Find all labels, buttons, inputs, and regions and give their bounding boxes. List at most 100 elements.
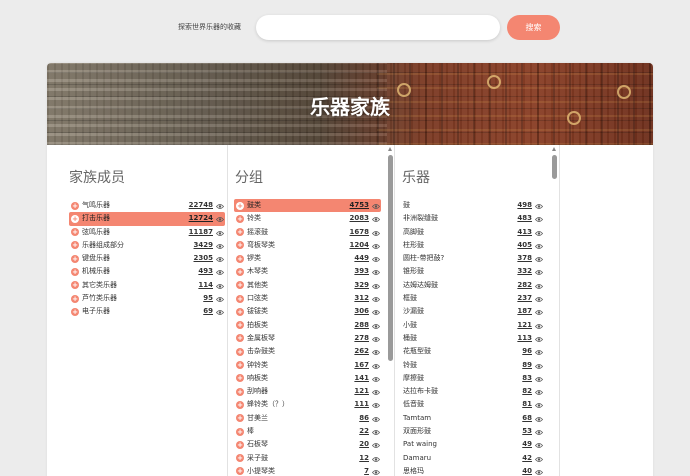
group-list-item[interactable]: + 钟铃类 167 (234, 359, 381, 372)
plus-circle-icon[interactable]: + (71, 201, 79, 210)
item-count-link[interactable]: 114 (198, 279, 213, 292)
item-count-link[interactable]: 237 (517, 292, 532, 305)
item-count-link[interactable]: 393 (354, 265, 369, 278)
plus-circle-icon[interactable]: + (236, 267, 244, 276)
item-name[interactable]: 响板类 (247, 372, 268, 385)
item-name[interactable]: 石板琴 (247, 438, 268, 451)
item-name[interactable]: 口弦类 (247, 292, 268, 305)
family-list-item[interactable]: + 弦鸣乐器 11187 (69, 226, 225, 239)
item-count-link[interactable]: 282 (517, 279, 532, 292)
eye-icon[interactable] (534, 215, 544, 223)
instrument-list-item[interactable]: 达姆达姆鼓 282 (401, 279, 544, 292)
item-name[interactable]: 达姆达姆鼓 (403, 279, 438, 292)
group-scrollbar[interactable] (388, 145, 393, 476)
item-count-link[interactable]: 22748 (189, 199, 213, 212)
item-count-link[interactable]: 20 (359, 438, 369, 451)
item-count-link[interactable]: 53 (522, 425, 532, 438)
item-name[interactable]: 甘美兰 (247, 412, 268, 425)
eye-icon[interactable] (215, 295, 225, 302)
item-count-link[interactable]: 405 (517, 239, 532, 252)
eye-icon[interactable] (371, 308, 381, 316)
item-count-link[interactable]: 4753 (350, 199, 369, 212)
item-name[interactable]: 低音鼓 (403, 398, 424, 411)
instrument-list-item[interactable]: 花瓶型鼓 96 (401, 345, 544, 358)
instrument-list-item[interactable]: Pat waing 49 (401, 438, 544, 451)
item-count-link[interactable]: 493 (198, 265, 213, 278)
item-name[interactable]: 鼓类 (247, 199, 261, 212)
eye-icon[interactable] (371, 362, 381, 369)
eye-icon[interactable] (371, 455, 381, 462)
eye-icon[interactable] (371, 268, 381, 276)
scroll-up-arrow-icon[interactable] (388, 147, 392, 151)
item-name[interactable]: 木琴类 (247, 265, 268, 278)
instrument-list-item[interactable]: 鼓 498 (401, 199, 544, 212)
item-count-link[interactable]: 113 (517, 332, 532, 345)
eye-icon[interactable] (371, 295, 381, 302)
item-name[interactable]: 机械乐器 (82, 265, 110, 278)
item-name[interactable]: 沙漏鼓 (403, 305, 424, 318)
item-name[interactable]: 达拉布卡鼓 (403, 385, 438, 398)
item-name[interactable]: 圆柱-带把鼓? (403, 252, 444, 265)
instrument-list-item[interactable]: Tamtam 68 (401, 412, 544, 425)
item-name[interactable]: 铃鼓 (403, 359, 417, 372)
item-count-link[interactable]: 413 (517, 226, 532, 239)
group-list-item[interactable]: + 石板琴 20 (234, 438, 381, 451)
eye-icon[interactable] (371, 348, 381, 356)
instrument-list-item[interactable]: Damaru 42 (401, 452, 544, 465)
plus-circle-icon[interactable]: + (236, 347, 244, 356)
item-name[interactable]: 摩擦鼓 (403, 372, 424, 385)
item-name[interactable]: 采子鼓 (247, 452, 268, 465)
item-count-link[interactable]: 167 (354, 359, 369, 372)
eye-icon[interactable] (215, 255, 225, 263)
eye-icon[interactable] (534, 428, 544, 435)
eye-icon[interactable] (371, 202, 381, 209)
group-list-item[interactable]: + 其他类 329 (234, 279, 381, 292)
instrument-list-item[interactable]: 小鼓 121 (401, 319, 544, 332)
search-input[interactable] (256, 15, 500, 40)
group-list-item[interactable]: + 木琴类 393 (234, 265, 381, 278)
eye-icon[interactable] (215, 229, 225, 236)
plus-circle-icon[interactable]: + (71, 267, 79, 276)
item-count-link[interactable]: 3429 (194, 239, 213, 252)
item-name[interactable]: 其它类乐器 (82, 279, 117, 292)
eye-icon[interactable] (534, 415, 544, 422)
item-name[interactable]: 小提琴类 (247, 465, 275, 476)
instrument-list-item[interactable]: 锥形鼓 332 (401, 265, 544, 278)
plus-circle-icon[interactable]: + (236, 374, 244, 383)
eye-icon[interactable] (371, 441, 381, 449)
item-name[interactable]: 铃类 (247, 212, 261, 225)
eye-icon[interactable] (534, 388, 544, 396)
item-count-link[interactable]: 11187 (189, 226, 213, 239)
plus-circle-icon[interactable]: + (71, 281, 79, 290)
item-count-link[interactable]: 83 (522, 372, 532, 385)
plus-circle-icon[interactable]: + (236, 294, 244, 303)
eye-icon[interactable] (534, 375, 544, 382)
plus-circle-icon[interactable]: + (236, 307, 244, 316)
plus-circle-icon[interactable]: + (236, 400, 244, 409)
eye-icon[interactable] (534, 401, 544, 409)
eye-icon[interactable] (371, 388, 381, 396)
group-list-item[interactable]: + 采子鼓 12 (234, 452, 381, 465)
plus-circle-icon[interactable]: + (71, 228, 79, 237)
item-count-link[interactable]: 121 (517, 319, 532, 332)
plus-circle-icon[interactable]: + (236, 454, 244, 463)
eye-icon[interactable] (371, 322, 381, 329)
group-list-item[interactable]: + 拍板类 288 (234, 319, 381, 332)
item-count-link[interactable]: 2305 (194, 252, 213, 265)
eye-icon[interactable] (371, 242, 381, 249)
eye-icon[interactable] (215, 282, 225, 289)
eye-icon[interactable] (534, 268, 544, 276)
eye-icon[interactable] (215, 308, 225, 316)
item-count-link[interactable]: 262 (354, 345, 369, 358)
item-count-link[interactable]: 22 (359, 425, 369, 438)
item-name[interactable]: 气鸣乐器 (82, 199, 110, 212)
plus-circle-icon[interactable]: + (236, 241, 244, 250)
item-name[interactable]: 锥形鼓 (403, 265, 424, 278)
eye-icon[interactable] (371, 401, 381, 409)
eye-icon[interactable] (534, 455, 544, 462)
plus-circle-icon[interactable]: + (71, 254, 79, 263)
item-name[interactable]: 乐器组成部分 (82, 239, 124, 252)
item-count-link[interactable]: 306 (354, 305, 369, 318)
item-count-link[interactable]: 2083 (350, 212, 369, 225)
item-name[interactable]: Pat waing (403, 438, 437, 451)
